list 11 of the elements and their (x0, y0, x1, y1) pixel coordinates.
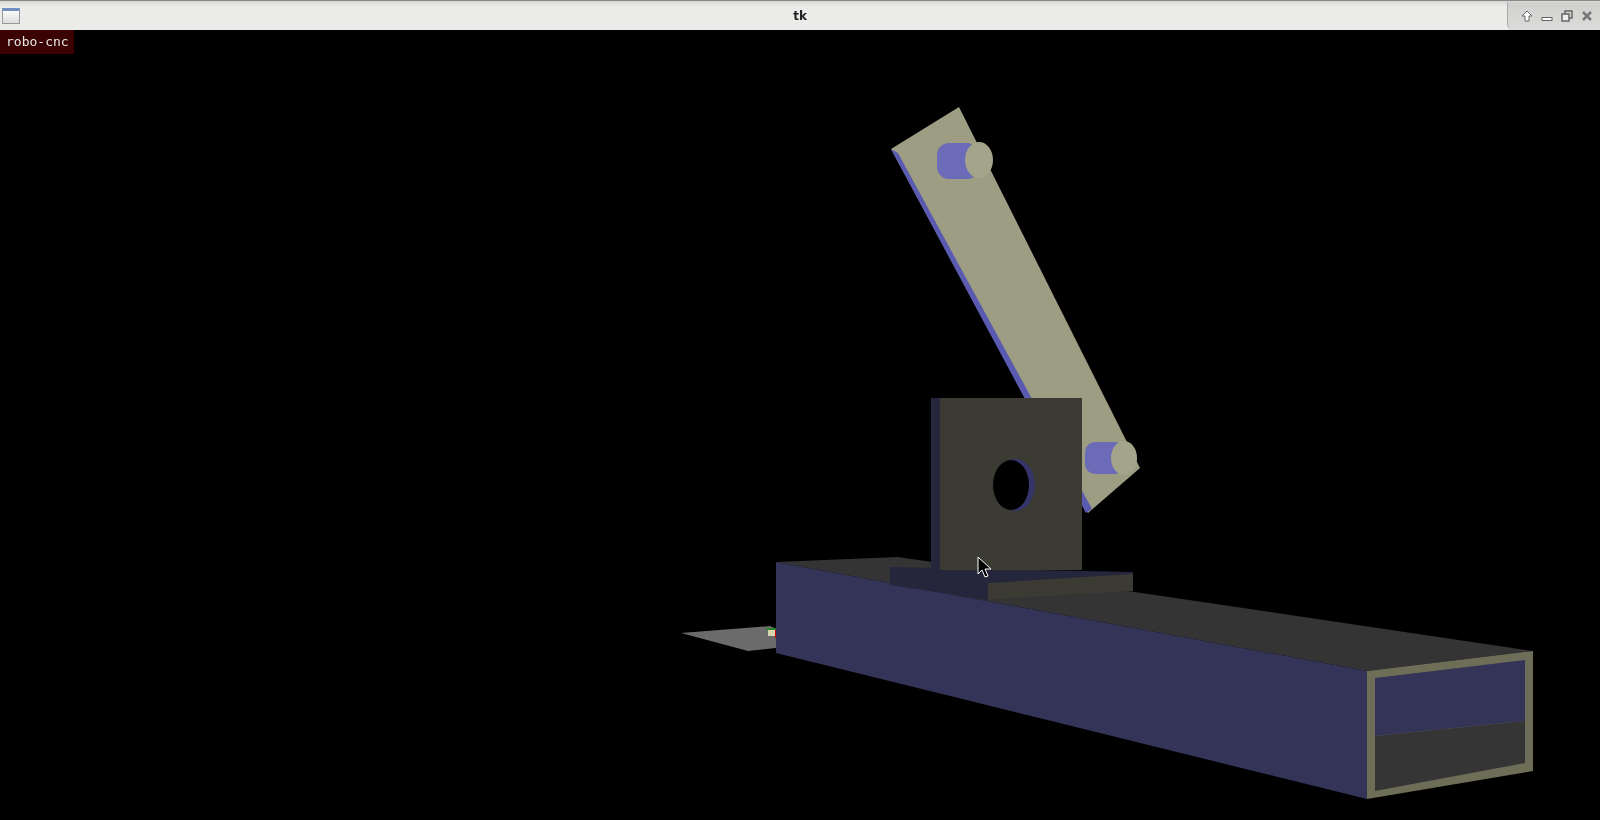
close-icon (1581, 9, 1593, 22)
window-icon[interactable] (2, 7, 20, 24)
up-arrow-icon (1521, 9, 1533, 22)
minimize-icon (1541, 17, 1553, 21)
restore-icon (1561, 9, 1573, 22)
window-title: tk (793, 8, 807, 23)
close-button[interactable] (1580, 8, 1594, 23)
mouse-pointer-icon (977, 556, 992, 578)
viewport-label: robo-cnc (0, 30, 74, 54)
shade-button[interactable] (1520, 8, 1534, 23)
restore-button[interactable] (1560, 8, 1574, 23)
